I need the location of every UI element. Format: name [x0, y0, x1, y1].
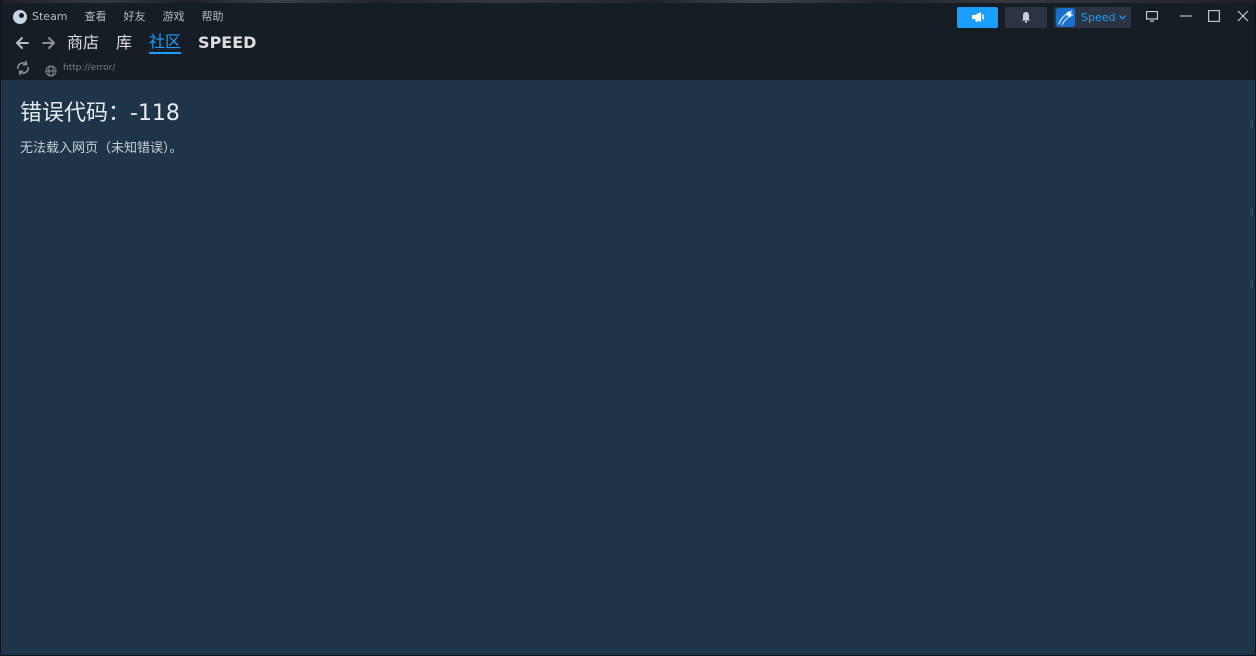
scrollbar[interactable]	[1249, 80, 1253, 654]
steam-window: Steam 查看 好友 游戏 帮助 商店 库 社区 SPEED http://e…	[0, 0, 1256, 656]
maximize-button[interactable]	[1200, 5, 1228, 27]
menu-item-help[interactable]: 帮助	[202, 9, 224, 25]
reload-icon[interactable]	[15, 60, 31, 76]
chevron-down-icon	[1119, 7, 1127, 28]
big-picture-button[interactable]	[1138, 5, 1166, 27]
maximize-icon	[1208, 7, 1220, 26]
menu-item-steam[interactable]: Steam	[32, 9, 68, 25]
scroll-mark	[1250, 120, 1253, 128]
url-text[interactable]: http://error/	[63, 60, 115, 76]
account-name: Speed	[1081, 11, 1116, 24]
menu-bar: Steam 查看 好友 游戏 帮助	[13, 9, 241, 25]
error-title: 错误代码：-118	[20, 101, 180, 126]
monitor-icon	[1145, 7, 1159, 26]
title-bar: Steam 查看 好友 游戏 帮助 商店 库 社区 SPEED http://e…	[1, 0, 1256, 80]
nav-library[interactable]: 库	[116, 32, 132, 54]
menu-item-friends[interactable]: 好友	[124, 9, 146, 25]
nav-store[interactable]: 商店	[67, 32, 99, 54]
nav-user-profile[interactable]: SPEED	[198, 32, 256, 54]
close-button[interactable]	[1229, 5, 1256, 27]
globe-icon	[45, 62, 57, 77]
navigation-bar: 商店 库 社区 SPEED	[13, 31, 273, 55]
avatar	[1056, 8, 1075, 27]
back-arrow-icon[interactable]	[13, 34, 31, 52]
steam-logo-icon[interactable]	[13, 10, 27, 24]
close-icon	[1237, 7, 1249, 26]
menu-item-games[interactable]: 游戏	[163, 9, 185, 25]
minimize-button[interactable]	[1172, 5, 1200, 27]
scroll-mark	[1250, 208, 1253, 216]
announcements-button[interactable]	[957, 7, 998, 28]
bell-icon	[1021, 8, 1031, 27]
menu-item-view[interactable]: 查看	[85, 9, 107, 25]
address-bar: http://error/	[15, 60, 115, 77]
account-menu-button[interactable]: Speed	[1054, 7, 1131, 28]
scroll-mark	[1250, 280, 1253, 288]
error-message: 无法载入网页（未知错误）。	[20, 141, 183, 156]
error-page: 错误代码：-118 无法载入网页（未知错误）。	[20, 100, 183, 158]
nav-community[interactable]: 社区	[149, 32, 182, 54]
window-top-strip	[1, 0, 1256, 3]
forward-arrow-icon[interactable]	[40, 34, 58, 52]
megaphone-icon	[971, 8, 985, 27]
notifications-button[interactable]	[1005, 7, 1047, 28]
minimize-icon	[1180, 7, 1192, 26]
